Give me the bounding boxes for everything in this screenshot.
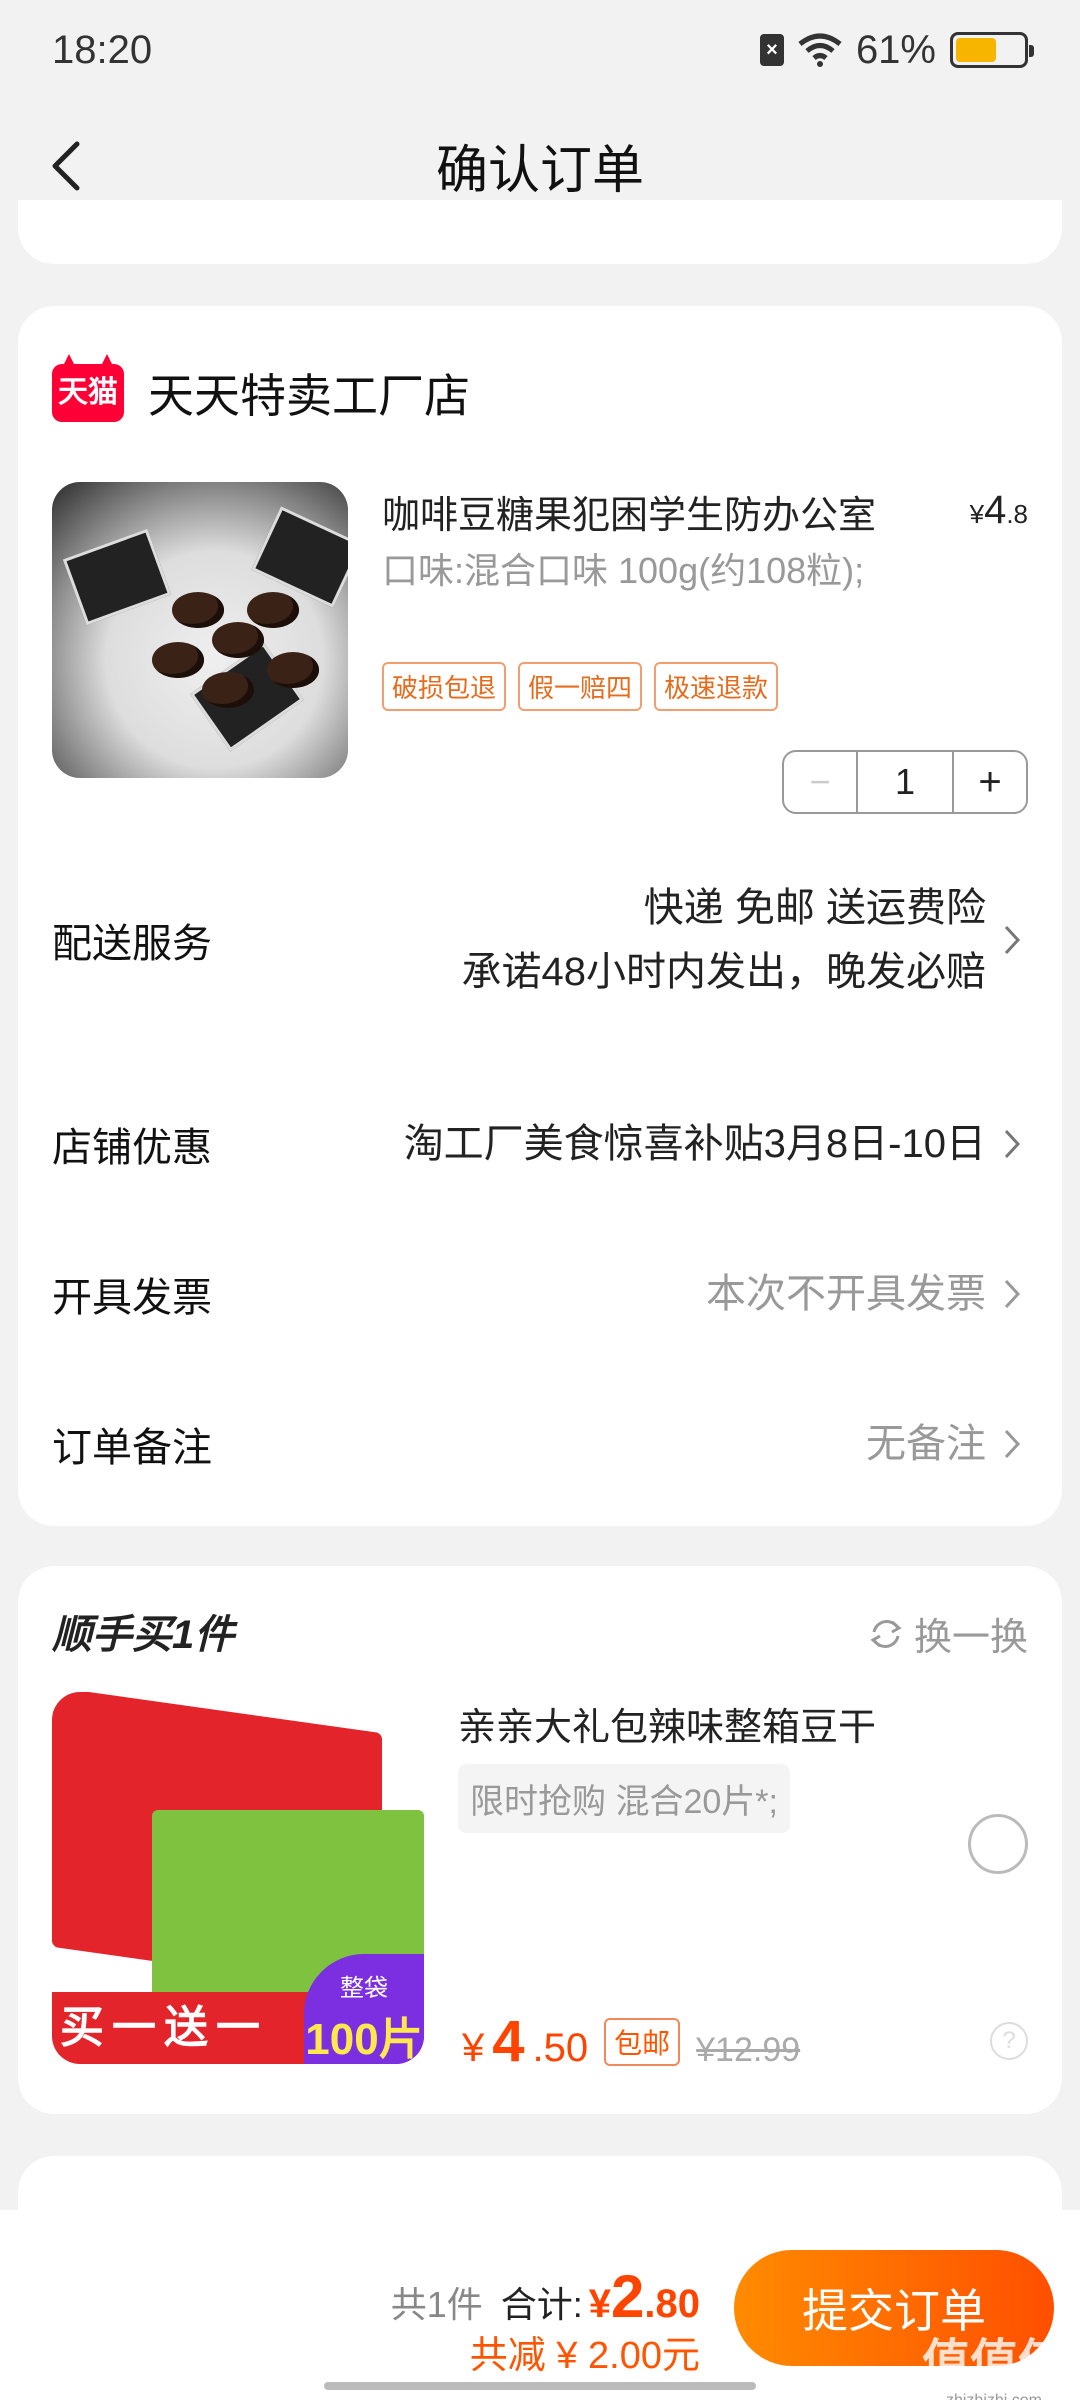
decrease-button[interactable]: − <box>784 752 858 812</box>
status-bar: 18:20 × 61% <box>0 0 1080 100</box>
tag-damage-refund: 破损包退 <box>382 662 507 711</box>
address-card-edge <box>18 200 1062 264</box>
no-sim-icon: × <box>759 34 784 66</box>
chevron-right-icon <box>996 924 1028 956</box>
free-shipping-badge: 包邮 <box>604 2017 681 2066</box>
tag-fast-refund: 极速退款 <box>654 662 779 711</box>
addon-product-spec[interactable]: 限时抢购 混合20片*; <box>458 1764 790 1833</box>
discount-value: 淘工厂美食惊喜补贴3月8日-10日 <box>403 1122 986 1166</box>
delivery-value: 快递 免邮 送运费险 承诺48小时内发出，晚发必赔 <box>462 876 987 1004</box>
swap-button[interactable]: 换一换 <box>866 1606 1028 1661</box>
tag-fake-compensate: 假一赔四 <box>518 662 643 711</box>
store-name: 天天特卖工厂店 <box>148 370 470 422</box>
addon-select-radio[interactable] <box>968 1814 1028 1874</box>
refresh-icon <box>870 1619 902 1648</box>
watermark-logo: 值值值 zhizhizhi.com <box>921 2336 1066 2400</box>
help-icon[interactable]: ? <box>990 2022 1028 2060</box>
product-title[interactable]: 咖啡豆糖果犯困学生防办公室 <box>382 484 876 539</box>
store-header[interactable]: 天猫 天天特卖工厂店 <box>52 360 470 426</box>
original-price: ¥12.99 <box>696 2031 801 2069</box>
total-price: ¥2.80 <box>588 2263 700 2330</box>
delivery-line2: 承诺48小时内发出，晚发必赔 <box>461 950 987 994</box>
addon-price: ¥4.50 包邮 ¥12.99 <box>462 2009 801 2074</box>
product-image[interactable] <box>52 482 348 778</box>
quantity-input[interactable]: 1 <box>858 752 952 812</box>
tmall-logo-icon: 天猫 <box>52 364 124 422</box>
checkout-bar: 共1件 合计: ¥2.80 共减 ¥ 2.00元 提交订单 <box>0 2210 1080 2400</box>
chevron-left-icon <box>52 141 80 191</box>
swap-label: 换一换 <box>913 1617 1028 1659</box>
wifi-icon <box>798 33 842 67</box>
discount-total: 共减 ¥ 2.00元 <box>469 2335 700 2377</box>
increase-button[interactable]: + <box>952 752 1026 812</box>
product-spec[interactable]: 口味:混合口味 100g(约108粒); <box>382 544 902 598</box>
remark-label: 订单备注 <box>52 1426 212 1470</box>
delivery-label: 配送服务 <box>52 922 212 966</box>
order-remark-row[interactable]: 订单备注 无备注 <box>52 1412 1028 1476</box>
discount-label: 店铺优惠 <box>52 1126 212 1170</box>
item-count: 共1件 <box>390 2284 483 2325</box>
quantity-stepper: − 1 + <box>782 750 1028 814</box>
order-summary: 共1件 合计: ¥2.80 <box>391 2262 700 2331</box>
addon-product-image[interactable]: 买一送一 整袋 100片 <box>52 1692 424 2064</box>
status-time: 18:20 <box>52 27 153 72</box>
addon-image-badge: 整袋 100片 <box>304 1954 424 2064</box>
delivery-line1: 快递 免邮 送运费险 <box>643 886 986 930</box>
back-button[interactable] <box>36 136 96 196</box>
service-tags: 破损包退 假一赔四 极速退款 <box>382 662 779 711</box>
addon-product-name[interactable]: 亲亲大礼包辣味整箱豆干 <box>458 1696 876 1751</box>
total-label: 合计: <box>500 2284 583 2325</box>
delivery-service-row[interactable]: 配送服务 快递 免邮 送运费险 承诺48小时内发出，晚发必赔 <box>52 876 1028 1004</box>
addon-card: 顺手买1件 换一换 买一送一 整袋 100片 亲亲大礼包辣味整箱豆干 限时抢购 … <box>18 1566 1062 2114</box>
chevron-right-icon <box>996 1128 1028 1160</box>
invoice-row[interactable]: 开具发票 本次不开具发票 <box>52 1262 1028 1326</box>
chevron-right-icon <box>996 1278 1028 1310</box>
page-title: 确认订单 <box>435 141 644 200</box>
battery-percent: 61% <box>855 27 936 72</box>
invoice-value: 本次不开具发票 <box>706 1272 986 1316</box>
chevron-right-icon <box>996 1428 1028 1460</box>
home-indicator[interactable] <box>324 2382 756 2390</box>
battery-icon <box>950 32 1034 68</box>
store-discount-row[interactable]: 店铺优惠 淘工厂美食惊喜补贴3月8日-10日 <box>52 1112 1028 1176</box>
product-price: ¥4.8 <box>969 488 1028 532</box>
status-icons: × 61% <box>759 27 1034 73</box>
remark-value: 无备注 <box>866 1422 986 1466</box>
addon-title: 顺手买1件 <box>52 1613 235 1657</box>
invoice-label: 开具发票 <box>52 1276 212 1320</box>
store-order-card: 天猫 天天特卖工厂店 咖啡豆糖果犯困学生防办公室 ¥4.8 口味:混合口味 10… <box>18 306 1062 1526</box>
